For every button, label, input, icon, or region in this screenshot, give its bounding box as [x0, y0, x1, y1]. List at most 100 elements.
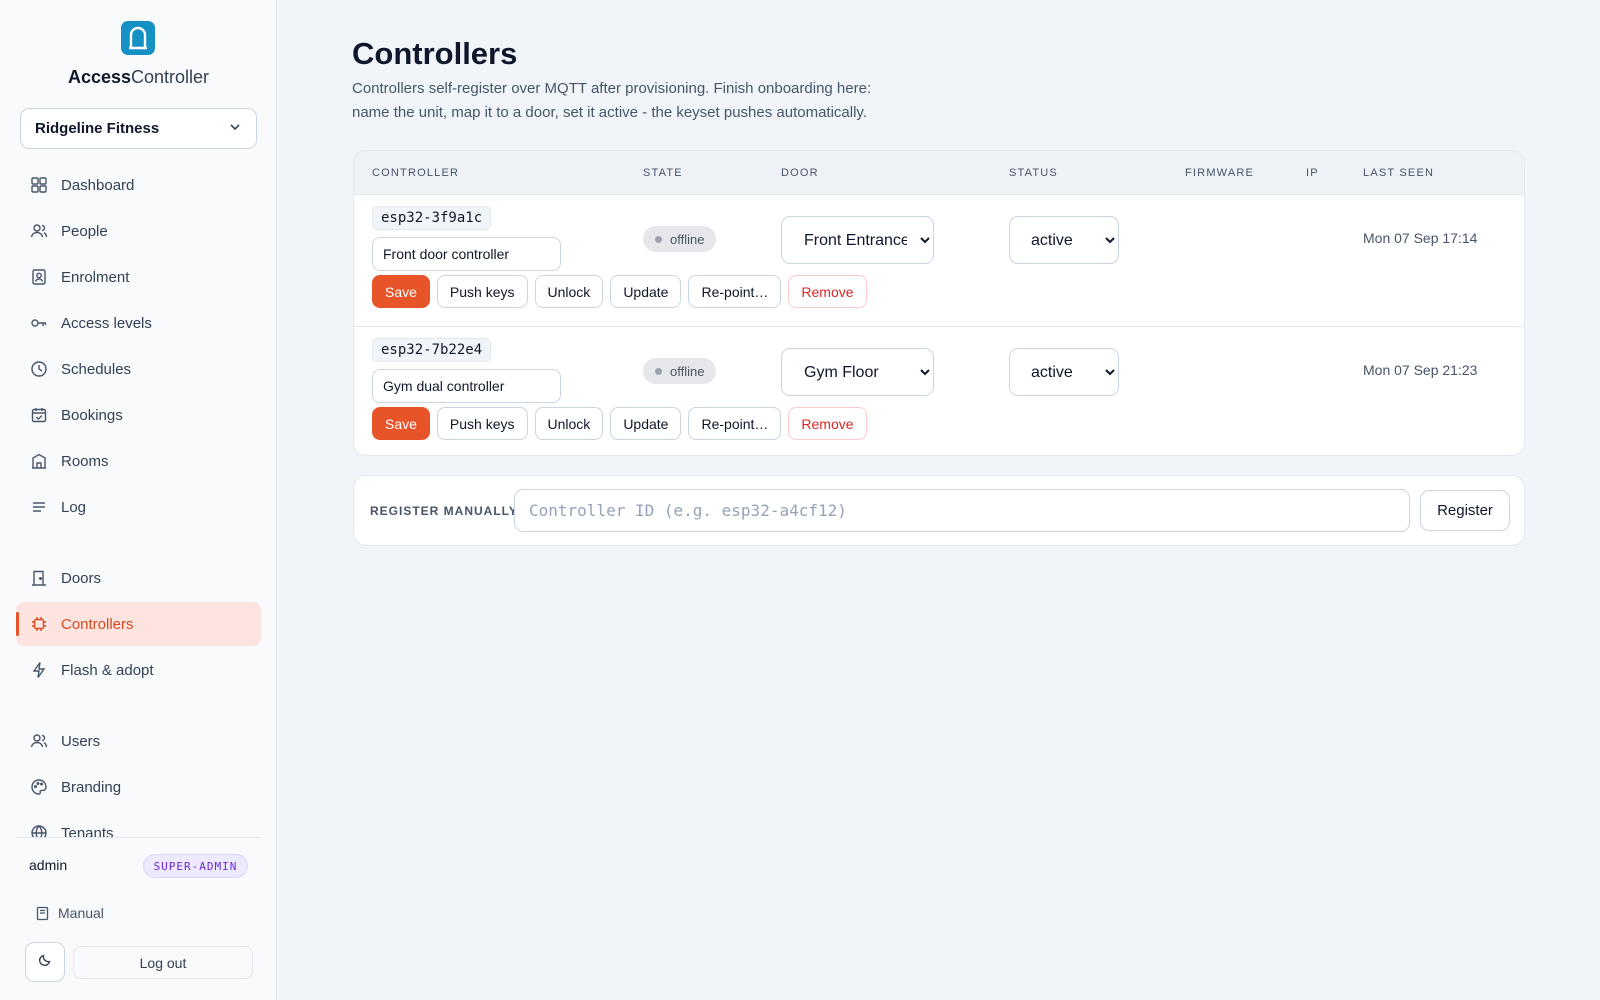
repoint-button[interactable]: Re-point…: [688, 407, 782, 440]
sidebar-item-label: Doors: [61, 569, 102, 587]
sidebar-item-doors[interactable]: Doors: [16, 556, 261, 600]
controller-name-input[interactable]: [372, 369, 561, 403]
column-header-door: DOOR: [781, 167, 819, 179]
clock-icon: [29, 359, 49, 379]
calendar-check-icon: [29, 405, 49, 425]
save-button[interactable]: Save: [372, 275, 430, 308]
table-row: esp32-7b22e4 Save Push keys Unlock Updat…: [354, 326, 1524, 455]
tenant-select-value: Ridgeline Fitness: [35, 120, 160, 137]
badge-icon: [29, 267, 49, 287]
users-icon: [29, 221, 49, 241]
manual-link-label: Manual: [58, 905, 104, 921]
door-select[interactable]: Gym Floor: [781, 348, 934, 396]
sidebar-item-users[interactable]: Users: [16, 719, 261, 763]
user-name: admin: [29, 857, 68, 873]
theme-toggle-button[interactable]: [25, 942, 65, 982]
controllers-table: CONTROLLER STATE DOOR STATUS FIRMWARE IP…: [353, 150, 1525, 456]
unlock-button[interactable]: Unlock: [534, 275, 604, 308]
grid-icon: [29, 175, 49, 195]
door-icon: [29, 568, 49, 588]
book-icon: [35, 906, 50, 921]
door-select[interactable]: Front Entrance: [781, 216, 934, 264]
remove-button[interactable]: Remove: [788, 275, 867, 308]
remove-button[interactable]: Remove: [788, 407, 867, 440]
globe-icon: [29, 823, 49, 837]
sidebar-item-label: Schedules: [61, 360, 132, 378]
brand-part-2: Controller: [131, 67, 210, 87]
door-lock-icon: [121, 21, 155, 55]
sidebar-item-rooms[interactable]: Rooms: [16, 439, 261, 483]
sidebar-item-enrolment[interactable]: Enrolment: [16, 255, 261, 299]
sidebar-divider: [16, 837, 261, 838]
sidebar-item-people[interactable]: People: [16, 209, 261, 253]
update-button[interactable]: Update: [610, 275, 682, 308]
sidebar-item-label: Users: [61, 732, 101, 750]
role-badge: SUPER-ADMIN: [143, 854, 248, 878]
state-label: offline: [670, 231, 705, 247]
row-actions: Save Push keys Unlock Update Re-point… R…: [372, 407, 867, 440]
column-header-controller: CONTROLLER: [372, 167, 460, 179]
register-label: REGISTER MANUALLY: [370, 504, 518, 518]
table-row: esp32-3f9a1c Save Push keys Unlock Updat…: [354, 195, 1524, 326]
sidebar-item-log[interactable]: Log: [16, 485, 261, 529]
sidebar-item-dashboard[interactable]: Dashboard: [16, 163, 261, 207]
update-button[interactable]: Update: [610, 407, 682, 440]
sidebar-item-label: Controllers: [61, 615, 134, 633]
sidebar-item-label: Bookings: [61, 406, 123, 424]
sidebar-item-branding[interactable]: Branding: [16, 765, 261, 809]
manual-link[interactable]: Manual: [35, 905, 104, 921]
column-header-status: STATUS: [1009, 167, 1058, 179]
key-icon: [29, 313, 49, 333]
repoint-button[interactable]: Re-point…: [688, 275, 782, 308]
bolt-icon: [29, 660, 49, 680]
building-icon: [29, 451, 49, 471]
list-icon: [29, 497, 49, 517]
page-description: Controllers self-register over MQTT afte…: [352, 80, 872, 121]
sidebar: AccessController Ridgeline Fitness Dashb…: [0, 0, 277, 1000]
row-actions: Save Push keys Unlock Update Re-point… R…: [372, 275, 867, 308]
unlock-button[interactable]: Unlock: [534, 407, 604, 440]
sidebar-item-flash-adopt[interactable]: Flash & adopt: [16, 648, 261, 692]
sidebar-item-schedules[interactable]: Schedules: [16, 347, 261, 391]
sidebar-item-access-levels[interactable]: Access levels: [16, 301, 261, 345]
controller-id: esp32-7b22e4: [372, 338, 492, 362]
last-seen: Mon 07 Sep 17:14: [1363, 230, 1478, 246]
controller-id-input[interactable]: [514, 489, 1410, 532]
state-badge: offline: [643, 226, 717, 252]
push-keys-button[interactable]: Push keys: [436, 407, 528, 440]
column-header-state: STATE: [643, 167, 683, 179]
controller-name-input[interactable]: [372, 237, 561, 271]
column-header-ip: IP: [1306, 167, 1319, 179]
sidebar-item-tenants[interactable]: Tenants: [16, 811, 261, 837]
status-select[interactable]: active: [1009, 216, 1119, 264]
status-dot: [655, 235, 662, 243]
table-header: CONTROLLER STATE DOOR STATUS FIRMWARE IP…: [354, 151, 1524, 195]
users-icon: [29, 731, 49, 751]
state-label: offline: [670, 363, 705, 379]
sidebar-item-label: Flash & adopt: [61, 661, 154, 679]
register-button[interactable]: Register: [1420, 490, 1510, 531]
sidebar-item-label: Dashboard: [61, 176, 135, 194]
sidebar-item-controllers[interactable]: Controllers: [16, 602, 261, 646]
controller-id: esp32-3f9a1c: [372, 206, 492, 230]
moon-icon: [38, 953, 52, 972]
sidebar-nav: Dashboard People Enrolment Access levels…: [0, 160, 277, 837]
logout-button[interactable]: Log out: [73, 946, 253, 979]
save-button[interactable]: Save: [372, 407, 430, 440]
chevron-down-icon: [228, 120, 242, 138]
sidebar-item-label: Access levels: [61, 314, 152, 332]
palette-icon: [29, 777, 49, 797]
column-header-last-seen: LAST SEEN: [1363, 167, 1435, 179]
sidebar-item-label: Rooms: [61, 452, 109, 470]
sidebar-item-bookings[interactable]: Bookings: [16, 393, 261, 437]
sidebar-item-label: Enrolment: [61, 268, 130, 286]
brand-part-1: Access: [67, 67, 132, 87]
tenant-select[interactable]: Ridgeline Fitness: [20, 108, 257, 149]
page-title: Controllers: [352, 36, 518, 71]
sidebar-item-label: People: [61, 222, 108, 240]
state-badge: offline: [643, 358, 717, 384]
last-seen: Mon 07 Sep 21:23: [1363, 362, 1478, 378]
push-keys-button[interactable]: Push keys: [436, 275, 528, 308]
sidebar-item-label: Log: [61, 498, 87, 516]
status-select[interactable]: active: [1009, 348, 1119, 396]
